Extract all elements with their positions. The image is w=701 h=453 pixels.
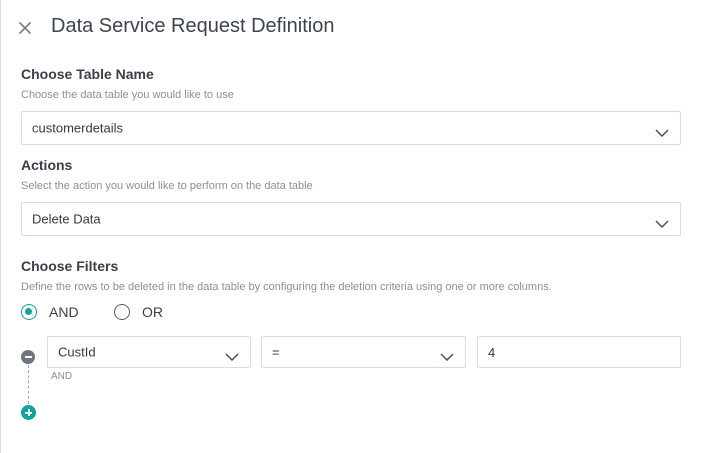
action-value: Delete Data [32, 211, 101, 227]
remove-filter-icon[interactable] [21, 350, 35, 364]
logic-radio-and-label: AND [49, 304, 79, 320]
table-section-description: Choose the data table you would like to … [21, 89, 234, 101]
filter-value-input[interactable] [488, 337, 670, 367]
page-title: Data Service Request Definition [51, 15, 335, 37]
filter-column-value: CustId [58, 344, 96, 360]
filter-column-select[interactable]: CustId [47, 336, 251, 368]
chevron-down-icon [440, 348, 454, 362]
filters-section-description: Define the rows to be deleted in the dat… [21, 281, 552, 293]
filter-connector-line [28, 365, 29, 404]
close-icon[interactable] [17, 20, 35, 38]
radio-unchecked-icon [114, 304, 130, 320]
chevron-down-icon [655, 215, 669, 229]
add-filter-icon[interactable] [21, 405, 36, 420]
panel-left-border [0, 0, 1, 453]
table-name-select[interactable]: customerdetails [21, 111, 681, 145]
filter-operator-value: = [272, 344, 280, 360]
table-name-value: customerdetails [32, 120, 124, 136]
chevron-down-icon [225, 348, 239, 362]
filter-value-field[interactable] [477, 336, 681, 368]
chevron-down-icon [655, 124, 669, 138]
radio-checked-icon [21, 304, 37, 320]
actions-section-description: Select the action you would like to perf… [21, 180, 313, 192]
filters-section-title: Choose Filters [21, 258, 119, 274]
filter-join-label: AND [51, 371, 73, 382]
logic-radio-or-label: OR [142, 304, 163, 320]
table-section-title: Choose Table Name [21, 66, 154, 82]
action-select[interactable]: Delete Data [21, 202, 681, 236]
panel-header: Data Service Request Definition [0, 0, 701, 58]
filter-operator-select[interactable]: = [261, 336, 466, 368]
actions-section-title: Actions [21, 157, 73, 173]
